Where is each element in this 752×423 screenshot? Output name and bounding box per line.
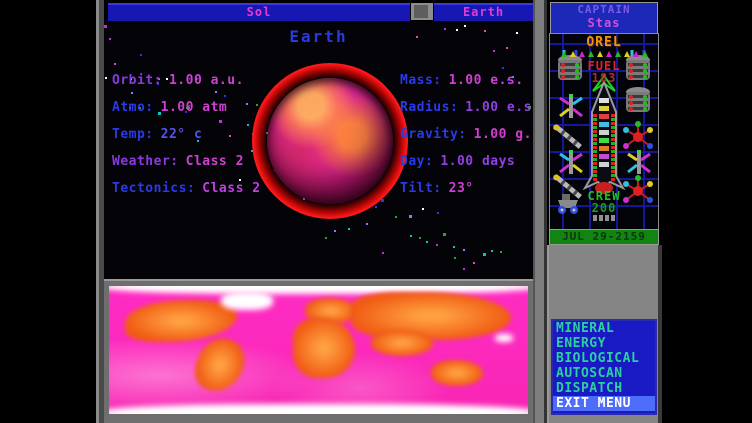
planet-stats-left: Orbit:1.00 a.u. Atmo:1.00 atm Temp:22° c… [112,73,261,208]
right-letterbox [662,0,752,423]
menu-item-autoscan[interactable]: AUTOSCAN [553,366,655,381]
top-bar-notch [411,3,433,20]
pod-icon [606,51,612,57]
left-letterbox [0,0,96,423]
arctic-ice [109,286,528,294]
captain-name: Stas [551,17,657,30]
continent-north-america [125,300,237,342]
antarctic-ice [109,404,528,414]
continent-asia [351,292,511,340]
starfield-viewport: Earth Orbit:1.00 a.u. Atmo:1.00 atm Temp… [104,21,533,279]
menu-item-energy[interactable]: ENERGY [553,336,655,351]
surface-map [109,286,528,414]
pod-icon [579,51,585,57]
crew-value: 200 [550,201,658,215]
system-name-bar: Sol [108,3,410,22]
menu-item-dispatch[interactable]: DISPATCH [553,381,655,396]
control-panel: MINERAL ENERGY BIOLOGICAL AUTOSCAN DISPA… [547,245,662,423]
pod-icon [588,51,594,57]
captain-title: CAPTAIN [551,3,657,17]
planet-stats-right: Mass:1.00 e.s. Radius:1.00 e.s. Gravity:… [400,73,533,208]
pod-icon [633,51,639,57]
ship-name-label: OREL [550,35,658,50]
surface-map-frame [104,279,533,423]
stat-gravity: Gravity:1.00 g. [400,127,533,154]
tick [593,215,597,221]
crew-tick-marks [550,215,658,221]
middle-frame-rail [533,0,547,423]
ship-rocket-icon [582,74,626,196]
top-bar-notch-inner [414,5,428,18]
stat-atmo: Atmo:1.00 atm [112,100,261,127]
selected-planet-bar: Earth [434,3,533,22]
left-frame-rail [96,0,104,423]
stat-tilt: Tilt:23° [400,181,533,208]
menu-item-biological[interactable]: BIOLOGICAL [553,351,655,366]
stat-day: Day:1.00 days [400,154,533,181]
date-label: JUL 29-2159 [562,230,646,243]
continent-australia [431,360,483,386]
menu-item-mineral[interactable]: MINERAL [553,321,655,336]
ship-status-panel: OREL FUEL 183 [549,33,659,230]
continent-india-sea [371,330,433,356]
pod-icon [561,51,567,57]
pod-icon [597,51,603,57]
planet-atmosphere-ring [252,63,408,219]
game-screen: Sol Earth Earth Orbit:1.00 a.u. Atmo:1.0… [96,0,662,423]
pod-icon [615,51,621,57]
scan-menu: MINERAL ENERGY BIOLOGICAL AUTOSCAN DISPA… [551,319,657,415]
stat-mass: Mass:1.00 e.s. [400,73,533,100]
tick [605,215,609,221]
sidebar: CAPTAIN Stas OREL FUEL 183 [547,0,662,423]
greenland-ice [221,292,273,310]
cargo-pod-icons [550,51,658,57]
pod-icon [642,51,648,57]
pod-icon [570,51,576,57]
stat-radius: Radius:1.00 e.s. [400,100,533,127]
tick [611,215,615,221]
tick [599,215,603,221]
captain-box: CAPTAIN Stas [550,2,658,34]
system-name-label: Sol [247,5,272,19]
selected-planet-label: Earth [463,5,504,19]
continent-south-america [190,332,250,398]
planet-title: Earth [104,27,533,46]
pod-icon [624,51,630,57]
date-bar: JUL 29-2159 [549,229,659,245]
stat-orbit: Orbit:1.00 a.u. [112,73,261,100]
fuel-value: 183 [550,71,658,85]
menu-item-exit-menu[interactable]: EXIT MENU [553,396,655,411]
engine-icon [622,86,654,120]
stat-weather: Weather:Class 2 [112,154,261,181]
continent-africa [293,318,355,378]
planet-globe [267,78,393,204]
new-zealand-ice [495,334,513,342]
stat-temp: Temp:22° c [112,127,261,154]
stat-tectonics: Tectonics:Class 2 [112,181,261,208]
